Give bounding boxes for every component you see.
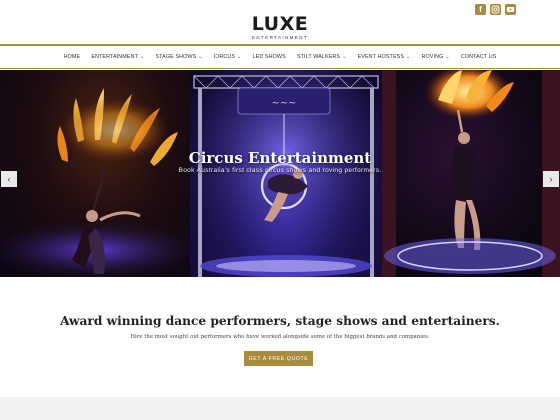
nav-item-home[interactable]: HOME (58, 54, 86, 60)
nav-item-stilt-walkers[interactable]: STILT WALKERS ⌄ (291, 54, 352, 60)
chevron-down-icon: ⌄ (198, 54, 203, 60)
hero-subtitle: Book Australia's first class circus show… (178, 167, 382, 174)
site-logo[interactable]: LUXE ENTERTAINMENT (0, 14, 560, 40)
nav-item-label: ENTERTAINMENT (91, 54, 138, 60)
slider-prev-button[interactable]: ‹ (1, 171, 17, 187)
logo-wordmark: LUXE (251, 13, 309, 35)
instagram-icon[interactable] (490, 4, 501, 15)
intro-heading: Award winning dance performers, stage sh… (60, 314, 500, 328)
nav-item-label: CIRCUS (213, 54, 236, 60)
logo-tagline: ENTERTAINMENT (251, 35, 309, 40)
nav-item-label: EVENT HOSTESS (357, 54, 405, 60)
nav-item-contact-us[interactable]: CONTACT US (455, 54, 502, 60)
nav-item-label: STAGE SHOWS (155, 54, 197, 60)
svg-text:~~~: ~~~ (271, 98, 296, 109)
chevron-down-icon: ⌄ (342, 54, 347, 60)
nav-item-circus[interactable]: CIRCUS ⌄ (208, 54, 247, 60)
chevron-left-icon: ‹ (7, 174, 11, 184)
youtube-icon[interactable] (505, 4, 516, 15)
chevron-right-icon: › (549, 174, 553, 184)
nav-item-event-hostess[interactable]: EVENT HOSTESS ⌄ (352, 54, 416, 60)
nav-item-label: ROVING (421, 54, 444, 60)
nav-item-label: LED SHOWS (252, 54, 286, 60)
main-nav: HOME ENTERTAINMENT ⌄ STAGE SHOWS ⌄ CIRCUS ⌄… (0, 46, 560, 68)
nav-item-label: CONTACT US (460, 54, 497, 60)
nav-divider (0, 68, 560, 69)
hero-slider: ~~~ Circus Entertainment Book Australia'… (0, 70, 560, 277)
nav-item-led-shows[interactable]: LED SHOWS (247, 54, 291, 60)
nav-item-label: STILT WALKERS (296, 54, 341, 60)
chevron-down-icon: ⌄ (139, 54, 145, 60)
get-quote-button[interactable]: GET A FREE QUOTE (244, 351, 313, 366)
site-header: LUXE ENTERTAINMENT f (0, 0, 560, 44)
nav-item-roving[interactable]: ROVING ⌄ (416, 54, 455, 60)
social-links: f (475, 4, 516, 15)
facebook-icon[interactable]: f (475, 4, 486, 15)
hero-title: Circus Entertainment (188, 149, 372, 167)
nav-item-label: HOME (63, 54, 81, 60)
chevron-down-icon: ⌄ (237, 54, 242, 60)
intro-text: Hire the most sought out performers who … (130, 334, 430, 340)
nav-item-entertainment[interactable]: ENTERTAINMENT ⌄ (86, 54, 150, 60)
nav-item-stage-shows[interactable]: STAGE SHOWS ⌄ (150, 54, 208, 60)
next-section-band (0, 397, 560, 420)
chevron-down-icon: ⌄ (445, 54, 450, 60)
slider-next-button[interactable]: › (543, 171, 559, 187)
chevron-down-icon: ⌄ (406, 54, 411, 60)
